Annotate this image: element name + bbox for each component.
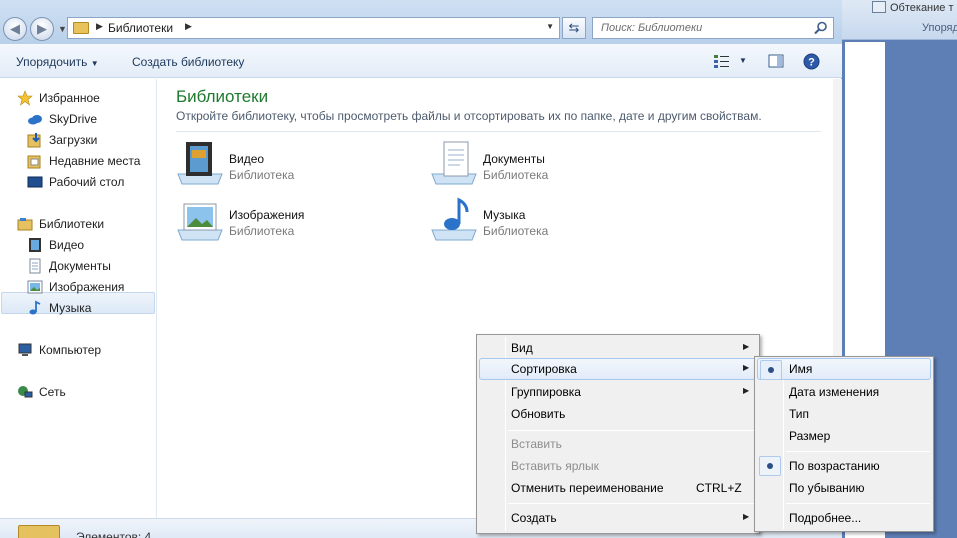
sort-descending[interactable]: По убыванию <box>757 477 931 499</box>
background-app-group-label: Упоряд <box>922 22 957 34</box>
breadcrumb-chevron-icon[interactable]: ▶ <box>185 21 192 32</box>
forward-button[interactable]: ▶ <box>30 17 54 41</box>
sort-by-size[interactable]: Размер <box>757 425 931 447</box>
library-name: Документы <box>483 152 545 166</box>
film-icon <box>29 238 41 252</box>
desktop-icon <box>27 176 43 188</box>
menu-shortcut: CTRL+Z <box>696 481 742 495</box>
help-icon[interactable]: ? <box>803 53 820 70</box>
menu-separator <box>786 503 930 504</box>
library-type: Библиотека <box>229 168 295 182</box>
forward-arrow-icon: ▶ <box>37 21 47 36</box>
search-icon[interactable] <box>813 20 829 36</box>
view-dropdown-icon[interactable]: ▼ <box>739 56 747 65</box>
folder-icon <box>73 22 89 34</box>
sort-submenu: Имя Дата изменения Тип Размер По возраст… <box>754 356 934 532</box>
library-type: Библиотека <box>229 224 295 238</box>
documents-library-icon <box>431 141 477 185</box>
organize-button[interactable]: Упорядочить ▼ <box>16 55 99 69</box>
library-type: Библиотека <box>483 224 549 238</box>
search-placeholder: Поиск: Библиотеки <box>601 22 703 34</box>
context-menu: Вид ▶ Сортировка ▶ Группировка ▶ Обновит… <box>476 334 760 534</box>
music-note-icon <box>29 300 41 315</box>
submenu-arrow-icon: ▶ <box>743 512 750 521</box>
library-type: Библиотека <box>483 168 549 182</box>
breadcrumb-chevron-icon[interactable]: ▶ <box>96 21 103 32</box>
page-title: Библиотеки <box>176 87 269 106</box>
recent-places-icon <box>27 155 41 169</box>
submenu-arrow-icon: ▶ <box>743 386 750 395</box>
back-button[interactable]: ◀ <box>3 17 27 41</box>
page-subtitle: Откройте библиотеку, чтобы просмотреть ф… <box>176 109 762 123</box>
sort-by-type[interactable]: Тип <box>757 403 931 425</box>
menu-item-undo-rename[interactable]: Отменить переименование CTRL+Z <box>479 477 757 499</box>
star-icon <box>17 90 33 106</box>
wrap-text-icon <box>872 1 886 13</box>
command-bar: Упорядочить ▼ Создать библиотеку ▼ ? <box>0 44 842 78</box>
menu-item-refresh[interactable]: Обновить <box>479 403 757 425</box>
menu-item-view[interactable]: Вид ▶ <box>479 337 757 359</box>
library-name: Изображения <box>229 208 305 222</box>
back-arrow-icon: ◀ <box>10 21 20 36</box>
item-count: Элементов: 4 <box>76 530 152 538</box>
radio-selected-icon <box>760 360 782 380</box>
picture-icon <box>27 280 43 294</box>
divider <box>176 131 821 132</box>
sort-by-name[interactable]: Имя <box>757 358 931 380</box>
menu-separator <box>786 451 930 452</box>
new-library-button[interactable]: Создать библиотеку <box>132 55 244 69</box>
cloud-icon <box>28 115 42 125</box>
libraries-folder-icon <box>18 525 60 538</box>
menu-item-group[interactable]: Группировка ▶ <box>479 381 757 403</box>
sort-more[interactable]: Подробнее... <box>757 507 931 529</box>
computer-icon <box>18 343 32 356</box>
menu-item-create[interactable]: Создать ▶ <box>479 507 757 529</box>
library-pictures[interactable]: Изображения Библиотека <box>176 196 406 246</box>
background-app-ribbon: Обтекание т Упоряд <box>840 0 957 40</box>
menu-item-paste-shortcut[interactable]: Вставить ярлык <box>479 455 757 477</box>
downloads-folder-icon <box>27 133 41 148</box>
search-input[interactable]: Поиск: Библиотеки <box>592 17 834 39</box>
view-options-icon[interactable] <box>713 53 731 69</box>
library-name: Музыка <box>483 208 526 222</box>
menu-separator <box>508 503 756 504</box>
chevron-down-icon: ▼ <box>90 59 99 68</box>
libraries-icon <box>17 218 33 231</box>
explorer-titlebar: ◀ ▶ ▼ ▶ Библиотеки ▶ ▼ ⇆ Поиск: Библиоте… <box>0 0 842 44</box>
background-app-button[interactable]: Обтекание т <box>872 1 954 14</box>
breadcrumb-libraries[interactable]: Библиотеки <box>108 21 173 35</box>
navigation-pane: Избранное SkyDrive Загрузки Недавние мес… <box>0 79 157 519</box>
preview-pane-icon[interactable] <box>768 53 784 69</box>
library-name: Видео <box>229 152 265 166</box>
address-bar[interactable]: ▶ Библиотеки ▶ ▼ <box>67 17 560 39</box>
library-documents[interactable]: Документы Библиотека <box>430 140 660 190</box>
sort-ascending[interactable]: По возрастанию <box>757 455 931 477</box>
recent-pages-dropdown[interactable]: ▼ <box>58 24 67 34</box>
submenu-arrow-icon: ▶ <box>743 363 750 372</box>
svg-text:?: ? <box>808 57 815 69</box>
address-dropdown-icon[interactable]: ▼ <box>546 22 554 31</box>
library-video[interactable]: Видео Библиотека <box>176 140 406 190</box>
library-music[interactable]: Музыка Библиотека <box>430 196 660 246</box>
submenu-arrow-icon: ▶ <box>743 342 750 351</box>
document-icon <box>29 258 41 274</box>
video-library-icon <box>177 142 223 185</box>
menu-item-sort[interactable]: Сортировка ▶ <box>479 358 757 380</box>
refresh-button[interactable]: ⇆ <box>562 17 586 39</box>
pictures-library-icon <box>177 203 223 241</box>
radio-selected-icon <box>759 456 781 476</box>
music-library-icon <box>431 197 477 241</box>
refresh-icon: ⇆ <box>568 20 580 35</box>
menu-item-paste[interactable]: Вставить <box>479 433 757 455</box>
sort-by-date-modified[interactable]: Дата изменения <box>757 381 931 403</box>
menu-separator <box>508 430 756 431</box>
network-icon <box>18 386 33 398</box>
